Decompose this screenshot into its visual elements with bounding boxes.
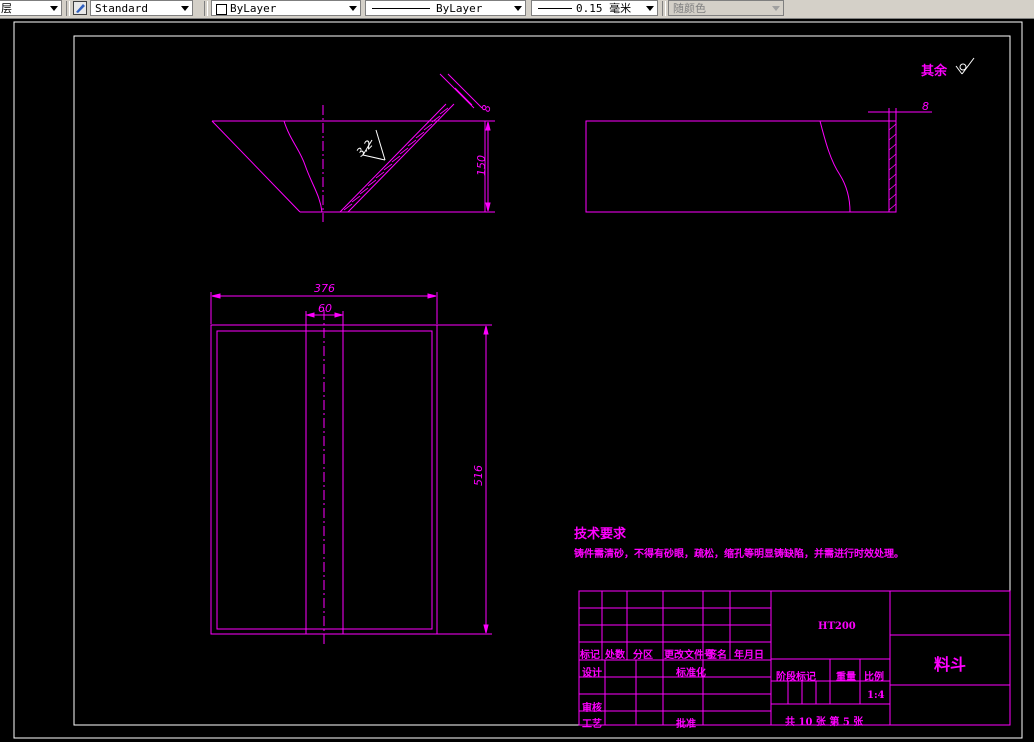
approve-label: 批准 [676,719,696,730]
dim-side-thickness: 8 [922,100,929,113]
properties-toolbar: 层 Standard ByLayer ByLayer 0.15 毫米 随颜色 [0,0,1034,19]
tech-req-text: 铸件需清砂，不得有砂眼，疏松，缩孔等明显铸缺陷，并需进行时效处理。 [574,549,904,560]
chevron-down-icon [646,6,654,11]
color-control-value: ByLayer [230,2,277,15]
rev-date-label: 年月日 [734,650,764,661]
chevron-down-icon [50,6,58,11]
design-label: 设计 [582,668,602,679]
scale-value: 1:4 [867,690,885,701]
dim-width-376: 376 [314,282,335,295]
drawing-svg [13,21,1023,739]
part-name-text: 料斗 [934,655,967,674]
dim-slot-60: 60 [318,302,332,315]
rev-sign-label: 签名 [707,650,727,661]
text-style-icon[interactable] [73,1,87,15]
layer-combo-text: 层 [1,2,12,15]
sheet-border [13,21,1023,739]
front-view [211,73,495,222]
roughness-mark-icon [955,57,975,75]
top-view [210,292,492,645]
lineweight-control-value: 0.15 毫米 [576,2,632,15]
drawing-canvas[interactable]: 8 150 3.2 8 376 60 516 其余 技术要求 铸件需清砂，不得有… [0,18,1034,742]
scale-label: 比例 [864,672,884,683]
plot-style-combo: 随颜色 [668,0,784,16]
chevron-down-icon [181,6,189,11]
rev-count-label: 处数 [605,650,625,661]
linetype-control-value: ByLayer [436,2,483,15]
dim-length-516: 516 [472,465,485,486]
lineweight-sample-icon [538,8,572,9]
lineweight-control-combo[interactable]: 0.15 毫米 [531,0,658,16]
layer-combo[interactable]: 层 [0,0,62,16]
review-label: 审核 [582,703,602,714]
process-label: 工艺 [582,719,602,730]
side-view [585,108,932,213]
dim-height-150: 150 [475,155,488,176]
tech-req-title: 技术要求 [574,527,627,542]
chevron-down-icon [772,6,780,11]
toolbar-separator [66,1,70,16]
color-control-combo[interactable]: ByLayer [211,0,361,16]
text-style-value: Standard [95,2,148,15]
roughness-label: 其余 [921,64,948,79]
chevron-down-icon [349,6,357,11]
text-style-combo[interactable]: Standard [90,0,193,16]
linetype-control-combo[interactable]: ByLayer [365,0,526,16]
toolbar-separator [662,1,666,16]
sheets-text: 共 10 张 第 5 张 [785,717,864,728]
rev-zone-label: 分区 [633,650,653,661]
chevron-down-icon [514,6,522,11]
toolbar-separator [204,1,208,16]
plot-style-value: 随颜色 [673,2,706,15]
standardize-label: 标准化 [676,668,706,679]
drawing-frame [73,35,1011,726]
rev-mark-label: 标记 [580,650,600,661]
linetype-sample-icon [372,8,430,9]
stage-label: 阶段标记 [776,672,816,683]
weight-label: 重量 [836,672,856,683]
material-text: HT200 [818,621,856,632]
color-swatch-icon [216,4,227,15]
